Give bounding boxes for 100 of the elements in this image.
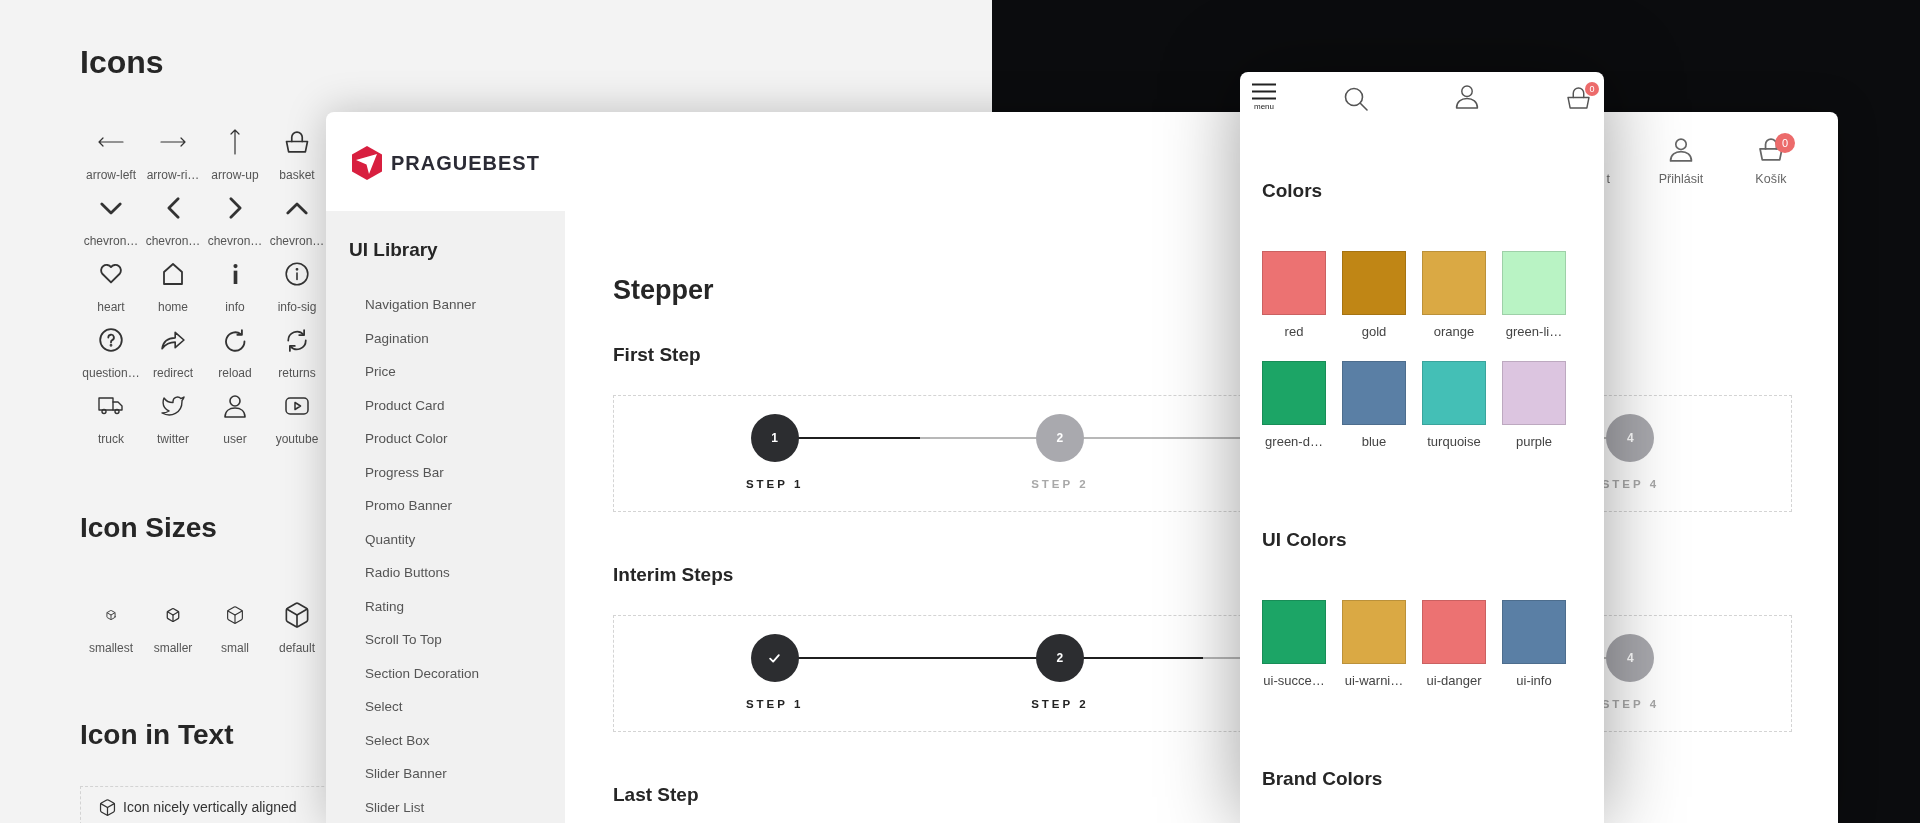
- chevron-left-icon: [166, 197, 180, 219]
- icon-label: basket: [279, 168, 315, 182]
- icon-label: truck: [98, 432, 124, 446]
- circular-arrows-icon: [286, 328, 308, 352]
- icon-label: arrow-left: [86, 168, 136, 182]
- section-heading: UI Colors: [1262, 528, 1347, 552]
- truck-icon: [98, 397, 124, 415]
- example-text: Icon nicely vertically aligned: [123, 799, 297, 816]
- icon-label: reload: [218, 366, 252, 380]
- swatch-label: ui-warni…: [1344, 673, 1404, 689]
- step-indicator: 4: [1606, 634, 1655, 682]
- section-heading: Icons: [80, 43, 164, 82]
- step-label: STEP 1: [745, 697, 804, 711]
- step-label: STEP 2: [1031, 697, 1089, 711]
- cart-count: 0: [1585, 82, 1599, 96]
- sidebar-link[interactable]: Rating: [365, 598, 405, 615]
- section-heading: Interim Steps: [613, 563, 734, 587]
- question-circle-icon: [99, 328, 123, 352]
- section-heading: Icon Sizes: [80, 511, 217, 545]
- home-icon: [163, 263, 183, 285]
- icon-label: question…: [82, 366, 140, 380]
- swatch-label: orange: [1433, 324, 1475, 340]
- basket-icon: [1759, 138, 1783, 161]
- user-icon[interactable]: [1455, 85, 1479, 109]
- icon-label: info-sig: [277, 300, 317, 314]
- sidebar-link[interactable]: Slider List: [365, 799, 425, 816]
- info-icon: [232, 263, 238, 285]
- menu-button[interactable]: menu: [1252, 83, 1276, 111]
- sidebar-link[interactable]: Navigation Banner: [365, 297, 477, 313]
- section-heading: Icon in Text: [80, 718, 234, 752]
- icon-label: chevron…: [145, 234, 201, 248]
- check-icon: [769, 653, 781, 663]
- sidebar-link[interactable]: Slider Banner: [365, 766, 447, 782]
- chevron-down-icon: [100, 201, 122, 215]
- arrow-right-icon: [160, 137, 186, 147]
- icon-label: returns: [278, 366, 316, 380]
- chevron-up-icon: [286, 201, 308, 215]
- icon-label: chevron…: [83, 234, 139, 248]
- sidebar-link[interactable]: Pagination: [365, 330, 429, 347]
- icon-label: home: [158, 300, 188, 314]
- play-button-icon: [285, 397, 309, 415]
- nav-link[interactable]: t: [1606, 172, 1610, 186]
- step-indicator: 2: [1035, 414, 1084, 462]
- section-heading: Last Step: [613, 783, 699, 807]
- chevron-right-icon: [228, 197, 242, 219]
- swatch-label: blue: [1361, 434, 1387, 450]
- swatch-label: turquoise: [1427, 434, 1481, 450]
- basket-icon: [285, 131, 309, 153]
- icon-label: smaller: [153, 641, 193, 655]
- swatch-label: green-d…: [1265, 434, 1323, 450]
- sidebar-link[interactable]: Price: [365, 364, 396, 380]
- swatch-label: gold: [1361, 324, 1387, 340]
- cart-count: 0: [1775, 133, 1795, 153]
- page-title: Stepper: [613, 274, 714, 306]
- icon-label: chevron…: [269, 234, 325, 248]
- box-icon: [226, 606, 244, 624]
- swatch-label: green-li…: [1505, 324, 1563, 340]
- basket-icon[interactable]: [1566, 87, 1591, 109]
- step-indicator: 1: [750, 414, 799, 462]
- icon-label: chevron…: [207, 234, 263, 248]
- swatch-label: purple: [1515, 434, 1553, 450]
- icon-label: redirect: [153, 366, 193, 380]
- sidebar-link[interactable]: Product Color: [365, 431, 448, 447]
- logo-text: PRAGUEBEST: [391, 151, 540, 175]
- arrow-left-icon: [98, 137, 124, 147]
- sidebar-link[interactable]: Progress Bar: [365, 464, 444, 481]
- swatch-label: ui-succe…: [1263, 673, 1325, 689]
- share-arrow-icon: [161, 330, 185, 350]
- bird-icon: [161, 396, 185, 416]
- icon-label: info: [225, 300, 245, 314]
- login-link[interactable]: Přihlásit: [1646, 132, 1716, 186]
- info-circle-icon: [285, 262, 309, 286]
- step-label: STEP 1: [745, 477, 804, 491]
- icon-label: twitter: [157, 432, 189, 446]
- logo-icon: [352, 146, 382, 180]
- sidebar-link[interactable]: Section Decoration: [365, 665, 480, 682]
- user-icon: [224, 394, 246, 418]
- sidebar-link[interactable]: Promo Banner: [365, 498, 453, 514]
- sidebar-link[interactable]: Radio Buttons: [365, 565, 450, 581]
- section-heading: Brand Colors: [1262, 767, 1383, 791]
- step-indicator: 4: [1606, 414, 1655, 462]
- box-icon: [284, 602, 310, 628]
- sidebar-link[interactable]: Product Card: [365, 397, 445, 414]
- menu-icon: [1252, 83, 1276, 100]
- sidebar-link[interactable]: Select Box: [365, 732, 430, 749]
- sidebar-link[interactable]: Quantity: [365, 531, 416, 548]
- icon-label: small: [221, 641, 249, 655]
- icon-label: arrow-ri…: [146, 168, 200, 182]
- box-icon: [166, 608, 180, 622]
- sidebar-title: UI Library: [349, 238, 438, 262]
- cart-link[interactable]: 0 Košík: [1736, 132, 1806, 186]
- swatch-label: red: [1284, 324, 1304, 340]
- arrow-up-icon: [230, 129, 240, 155]
- step-label: STEP 2: [1031, 477, 1089, 491]
- icon-label: user: [223, 432, 247, 446]
- sidebar-link[interactable]: Scroll To Top: [365, 632, 442, 648]
- sidebar-link[interactable]: Select: [365, 699, 403, 715]
- icon-label: arrow-up: [211, 168, 259, 182]
- reload-icon: [224, 328, 246, 352]
- search-icon[interactable]: [1344, 87, 1368, 111]
